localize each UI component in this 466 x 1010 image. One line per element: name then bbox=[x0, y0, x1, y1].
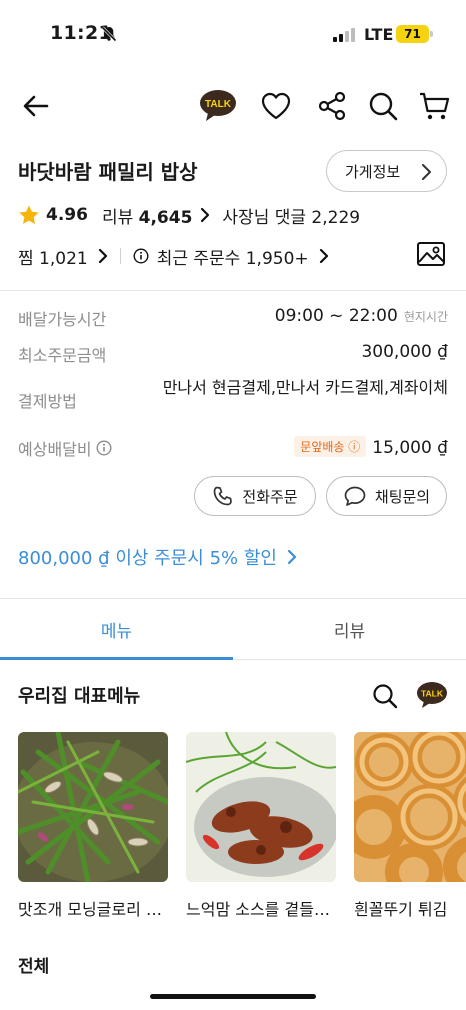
menu-card[interactable]: 흰꼴뚜기 튀김 bbox=[354, 732, 466, 920]
signal-icon bbox=[333, 28, 355, 42]
recent-orders[interactable]: 최근 주문수 1,950+ bbox=[157, 244, 309, 269]
door-delivery-tag-text: 문앞배송 bbox=[300, 440, 345, 454]
star-icon bbox=[19, 205, 39, 224]
home-indicator[interactable] bbox=[150, 994, 316, 999]
talk-bubble-icon[interactable]: TALK bbox=[416, 681, 448, 711]
owner-replies: 사장님 댓글 2,229 bbox=[222, 207, 361, 228]
info-circle-icon bbox=[96, 440, 112, 456]
chat-inquiry-label: 채팅문의 bbox=[374, 487, 431, 506]
reviews-link[interactable]: 리뷰 4,645 bbox=[102, 203, 192, 228]
phone-icon bbox=[214, 486, 233, 506]
rating-row: 4.96 리뷰 4,645 사장님 댓글 2,229 bbox=[18, 200, 360, 230]
promo-text: 800,000 ₫ 이상 주문시 5% 할인 bbox=[18, 548, 277, 569]
active-tab-indicator bbox=[0, 657, 233, 660]
delivery-hours-label: 배달가능시간 bbox=[18, 310, 107, 329]
cart-button[interactable] bbox=[416, 80, 452, 132]
reviews-label: 리뷰 bbox=[101, 207, 134, 228]
delivery-hours-time: 09:00 ~ 22:00 bbox=[274, 306, 398, 326]
likes-count[interactable]: 찜 1,021 bbox=[18, 244, 88, 269]
chat-inquiry-button[interactable]: 채팅문의 bbox=[326, 476, 447, 516]
door-delivery-tag[interactable]: 문앞배송 ⓘ bbox=[294, 436, 367, 457]
all-menu-title: 전체 bbox=[18, 957, 50, 977]
menu-item-image bbox=[354, 732, 466, 882]
chevron-right-icon bbox=[98, 248, 107, 264]
delivery-fee-value: 15,000 ₫ bbox=[372, 438, 448, 458]
min-order-value: 300,000 ₫ bbox=[361, 342, 448, 362]
menu-item-name: 맛조개 모닝글로리 볶음 bbox=[18, 900, 168, 919]
battery-tip bbox=[430, 31, 433, 37]
phone-order-label: 전화주문 bbox=[242, 487, 298, 506]
min-order-label: 최소주문금액 bbox=[18, 346, 107, 365]
stats-row: 찜 1,021 최근 주문수 1,950+ bbox=[18, 240, 329, 272]
talk-badge-text: TALK bbox=[421, 689, 444, 699]
signature-menu-title: 우리집 대표메뉴 bbox=[18, 686, 141, 707]
payment-value: 만나서 현금결제,만나서 카드결제,계좌이체 bbox=[162, 378, 448, 397]
nav-bar: TALK bbox=[0, 80, 466, 132]
delivery-fee-label-wrap[interactable]: 예상배달비 bbox=[18, 436, 112, 460]
cart-icon bbox=[420, 92, 450, 120]
menu-item-image bbox=[186, 732, 336, 882]
search-icon bbox=[369, 92, 398, 121]
chat-bubble-icon bbox=[344, 486, 366, 506]
delivery-fee-value-wrap: 문앞배송 ⓘ 15,000 ₫ bbox=[294, 436, 448, 458]
tab-bar: 메뉴 리뷰 bbox=[0, 598, 466, 660]
store-info-label: 가게정보 bbox=[345, 162, 401, 181]
chevron-right-icon bbox=[201, 207, 210, 223]
section-actions: TALK bbox=[372, 680, 448, 712]
chevron-right-icon bbox=[319, 248, 328, 264]
bell-off-icon bbox=[101, 26, 117, 42]
back-arrow-icon bbox=[23, 95, 49, 117]
menu-item-name: 흰꼴뚜기 튀김 bbox=[354, 900, 448, 919]
like-button[interactable] bbox=[258, 80, 294, 132]
rating-score: 4.96 bbox=[46, 205, 88, 225]
divider bbox=[119, 248, 121, 264]
network-type: LTE bbox=[364, 25, 394, 44]
status-bar: 11:21 LTE 71 bbox=[0, 0, 466, 64]
search-icon[interactable] bbox=[372, 683, 398, 709]
payment-label: 결제방법 bbox=[18, 392, 77, 411]
tab-menu[interactable]: 메뉴 bbox=[0, 599, 233, 659]
section-divider bbox=[0, 290, 466, 291]
menu-card[interactable]: 느억맘 소스를 곁들인 오징어 bbox=[186, 732, 336, 920]
share-icon bbox=[318, 91, 346, 121]
back-button[interactable] bbox=[18, 80, 54, 132]
talk-badge-text: TALK bbox=[205, 99, 232, 110]
menu-card[interactable]: 맛조개 모닝글로리 볶음 bbox=[18, 732, 168, 920]
discount-promo[interactable]: 800,000 ₫ 이상 주문시 5% 할인 bbox=[18, 544, 297, 570]
local-time-note: 현지시간 bbox=[403, 310, 448, 324]
tab-review[interactable]: 리뷰 bbox=[233, 599, 466, 659]
delivery-fee-label: 예상배달비 bbox=[18, 440, 92, 459]
search-button[interactable] bbox=[364, 80, 402, 132]
menu-item-image bbox=[18, 732, 168, 882]
chevron-right-icon bbox=[422, 164, 431, 180]
store-name: 바닷바람 패밀리 밥상 bbox=[18, 160, 198, 184]
menu-item-name: 느억맘 소스를 곁들인 오징어 bbox=[186, 900, 336, 919]
battery-indicator: 71 bbox=[396, 25, 429, 43]
gallery-icon[interactable] bbox=[416, 240, 446, 268]
chevron-right-icon bbox=[287, 549, 297, 565]
reviews-count: 4,645 bbox=[138, 207, 193, 228]
talk-bubble-icon: TALK bbox=[200, 90, 236, 121]
delivery-hours-value: 09:00 ~ 22:00 현지시간 bbox=[275, 306, 448, 326]
kakao-talk-button[interactable]: TALK bbox=[198, 80, 238, 132]
share-button[interactable] bbox=[314, 80, 350, 132]
store-info-button[interactable]: 가게정보 bbox=[326, 150, 447, 192]
info-circle-icon bbox=[133, 248, 149, 264]
phone-order-button[interactable]: 전화주문 bbox=[194, 476, 316, 516]
heart-icon bbox=[261, 92, 291, 120]
signature-menu-carousel: 맛조개 모닝글로리 볶음 느억맘 소스를 곁들인 흰꼴뚜기 튀김 bbox=[18, 732, 466, 922]
